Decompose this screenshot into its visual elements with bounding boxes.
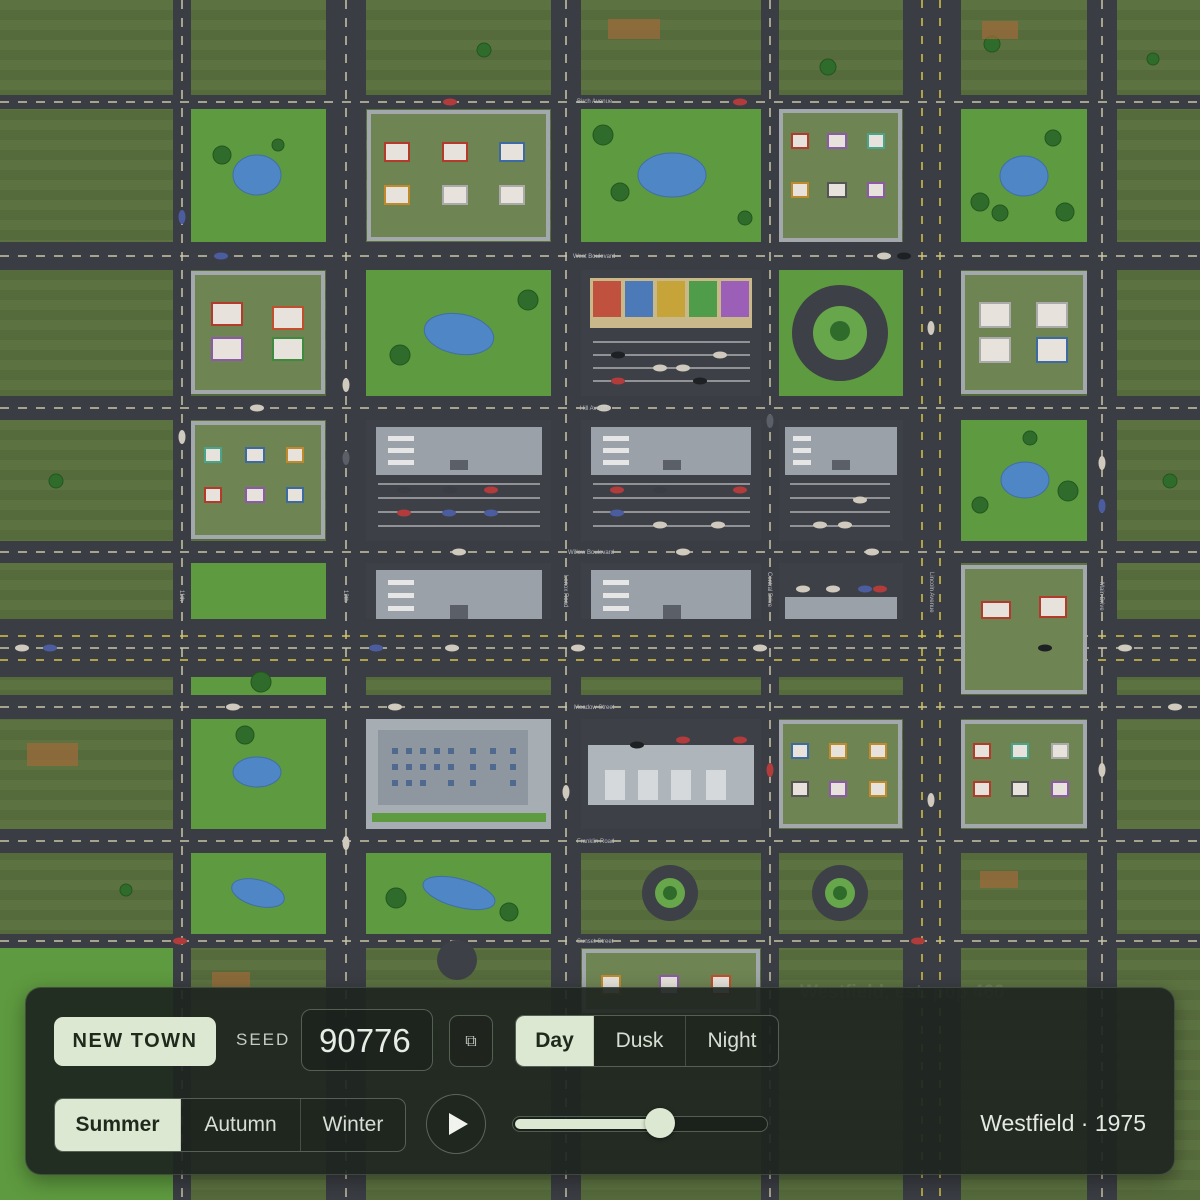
avenue-label-11th: 11th (178, 590, 184, 601)
time-of-day-selector: Day Dusk Night (515, 1015, 779, 1067)
street-label-willow: Willow Boulevard (568, 550, 614, 556)
avenue-label-main: Main Drive (1098, 582, 1104, 611)
seed-input[interactable]: 90776 (301, 1009, 433, 1071)
time-option-dusk[interactable]: Dusk (594, 1016, 686, 1066)
play-button[interactable] (426, 1094, 486, 1154)
new-town-button[interactable]: NEW TOWN (54, 1017, 216, 1066)
avenue-label-central: Central Drive (766, 572, 772, 608)
season-option-winter[interactable]: Winter (301, 1099, 405, 1151)
avenue-label-12th: 12th (342, 590, 348, 602)
season-selector: Summer Autumn Winter (54, 1098, 406, 1152)
copy-icon: ⧉ (465, 1033, 477, 1050)
avenue-label-lenox: Lenox Road (562, 575, 568, 607)
street-label-west: West Boulevard (573, 254, 615, 260)
copy-seed-button[interactable]: ⧉ (449, 1015, 493, 1067)
timeline-slider[interactable] (512, 1108, 768, 1138)
play-icon (449, 1113, 468, 1135)
street-label-meadow: Meadow Street (574, 705, 615, 711)
season-option-summer[interactable]: Summer (55, 1099, 181, 1151)
street-label-franklin: Franklin Road (577, 839, 614, 845)
timeline-fill (515, 1119, 659, 1129)
time-option-day[interactable]: Day (516, 1016, 594, 1066)
town-name-year: Westfield · 1975 (980, 1110, 1146, 1136)
time-option-night[interactable]: Night (686, 1016, 778, 1066)
street-label-birch: Birch Avenue (577, 99, 613, 105)
avenue-label-lincoln: Lincoln Avenue (928, 572, 934, 613)
street-label-sunset: Sunset Street (577, 939, 614, 945)
seed-label: SEED (236, 1030, 291, 1049)
street-label-hill: Hill Avenue (580, 406, 611, 412)
season-option-autumn[interactable]: Autumn (181, 1099, 301, 1151)
